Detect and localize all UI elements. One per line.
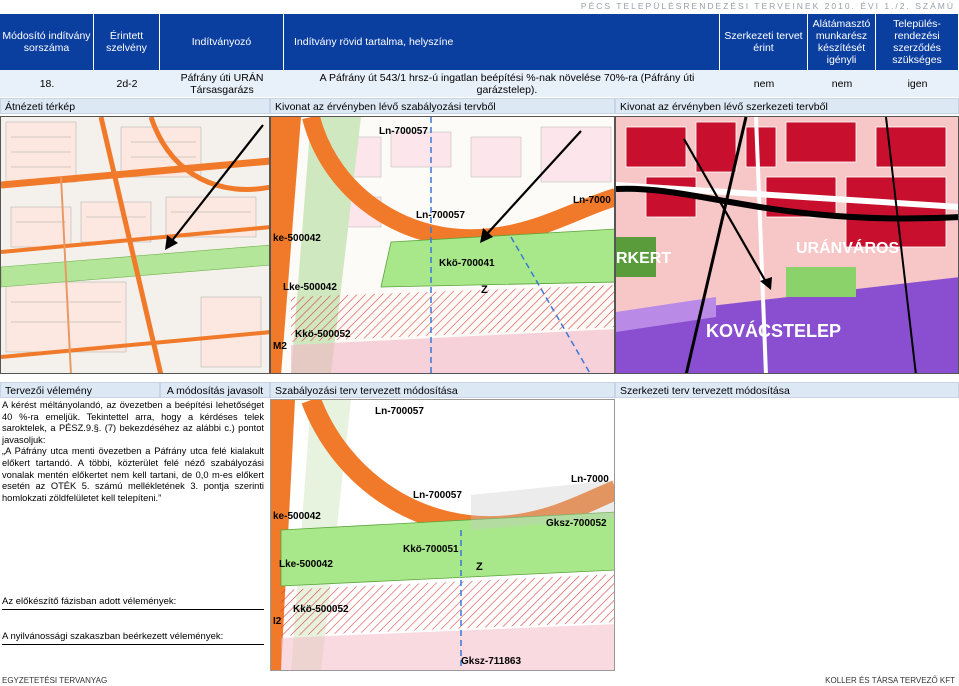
prep-phase-notes: Az előkészítő fázisban adott vélemények: <box>2 596 264 610</box>
label-gksz711863: Gksz-711863 <box>461 656 521 667</box>
opinion-paragraph-2: „A Páfrány utca menti övezetben a Páfrán… <box>2 446 264 503</box>
overview-map <box>0 116 270 374</box>
label-ke500042-b: ke-500042 <box>273 511 321 522</box>
section-overview: Átnézeti térkép <box>0 98 270 114</box>
row-content: A Páfrány út 543/1 hrsz-ú ingatlan beépí… <box>284 70 720 97</box>
section-structural-extract: Kivonat az érvényben lévő szerkezeti ter… <box>615 98 959 114</box>
row-structural: nem <box>720 70 808 97</box>
regulation-extract-map: Ln-700057 Ln-700057 Ln-7000 ke-500042 Kk… <box>270 116 615 374</box>
header-supporting: Alátámasztó munkarész készítését igényli <box>808 14 876 70</box>
label-lke500042-b: Lke-500042 <box>279 559 333 570</box>
label-rkert: RKERT <box>616 250 671 267</box>
label-m2: M2 <box>273 341 287 352</box>
row-supporting: nem <box>808 70 876 97</box>
row-number: 18. <box>0 70 94 97</box>
label-kko700051: Kkö-700051 <box>403 544 459 555</box>
label-lke500042: Lke-500042 <box>283 282 337 293</box>
footer-right: KOLLER ÉS TÁRSA TERVEZŐ KFT <box>825 676 955 685</box>
row-sheet: 2d-2 <box>94 70 160 97</box>
opinion-paragraph-1: A kérést méltányolandó, az övezetben a b… <box>2 400 264 445</box>
section-regulation-proposed: Szabályozási terv tervezett módosítása <box>270 382 615 398</box>
header-contract: Település-rendezési szerződés szükséges <box>876 14 959 70</box>
label-kovacstelep: KOVÁCSTELEP <box>706 320 841 341</box>
label-z-b: Z <box>476 561 483 573</box>
label-ln700057-d: Ln-700057 <box>413 490 462 501</box>
label-ln7000-b: Ln-7000 <box>571 474 609 485</box>
row-contract: igen <box>876 70 959 97</box>
header-content: Indítvány rövid tartalma, helyszíne <box>284 14 720 70</box>
label-ln700057-c: Ln-700057 <box>375 406 424 417</box>
header-proposer: Indítványozó <box>160 14 284 70</box>
label-uranvaros: URÁNVÁROS <box>796 238 899 257</box>
label-ke500042: ke-500042 <box>273 233 321 244</box>
row-proposer: Páfrány úti URÁN Társasgarázs <box>160 70 284 97</box>
public-phase-notes: A nyilvánossági szakaszban beérkezett vé… <box>2 631 264 645</box>
footer-left: EGYZETETÉSI TERVANYAG <box>2 676 108 685</box>
label-kko700041: Kkö-700041 <box>439 258 495 269</box>
label-kko500052-b: Kkö-500052 <box>293 604 349 615</box>
label-i2: I2 <box>273 616 282 627</box>
header-structural: Szerkezeti tervet érint <box>720 14 808 70</box>
section-designer-opinion: Tervezői vélemény <box>0 382 160 398</box>
label-ln7000: Ln-7000 <box>573 195 611 206</box>
label-ln700057-a: Ln-700057 <box>379 126 428 137</box>
label-ln700057-b: Ln-700057 <box>416 210 465 221</box>
header-sheet: Érintett szelvény <box>94 14 160 70</box>
section-structural-proposed: Szerkezeti terv tervezett módosítása <box>615 382 959 398</box>
section-regulation-extract: Kivonat az érvényben lévő szabályozási t… <box>270 98 615 114</box>
document-title: PÉCS TELEPÜLÉSRENDEZÉSI TERVEINEK 2010. … <box>580 1 955 23</box>
section-recommended: A módosítás javasolt <box>160 382 270 398</box>
opinion-text: A kérést méltányolandó, az övezetben a b… <box>2 400 264 504</box>
structural-extract-map: RKERT URÁNVÁROS KOVÁCSTELEP <box>615 116 959 374</box>
label-gksz700052: Gksz-700052 <box>546 518 607 529</box>
header-number: Módosító indítvány sorszáma <box>0 14 94 70</box>
label-kko500052: Kkö-500052 <box>295 329 351 340</box>
label-z: Z <box>481 284 488 296</box>
regulation-proposed-map: Ln-700057 Ln-700057 Ln-7000 ke-500042 Gk… <box>270 399 615 671</box>
